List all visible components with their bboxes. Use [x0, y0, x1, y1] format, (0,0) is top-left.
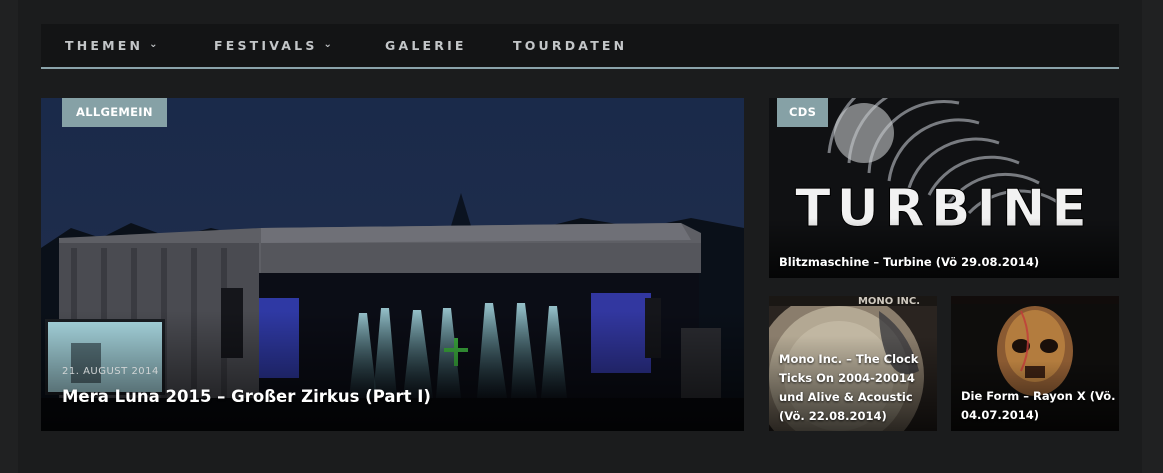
featured-posts-grid: ALLGEMEIN 21. AUGUST 2014 Mera Luna 2015… [41, 98, 1119, 431]
post-title[interactable]: Mera Luna 2015 – Großer Zirkus (Part I) [62, 387, 431, 406]
nav-item-label: FESTIVALS [214, 38, 318, 53]
nav-item-label: GALERIE [385, 38, 467, 53]
album-artwork-text: MONO INC. [858, 296, 920, 307]
nav-item-label: TOURDATEN [513, 38, 628, 53]
nav-item-festivals[interactable]: FESTIVALS ⌄ [214, 24, 332, 67]
featured-post-main[interactable]: ALLGEMEIN 21. AUGUST 2014 Mera Luna 2015… [41, 98, 744, 431]
nav-item-tourdaten[interactable]: TOURDATEN [513, 24, 627, 67]
post-title[interactable]: Mono Inc. – The Clock Ticks On 2004-2001… [779, 350, 929, 426]
category-badge[interactable]: ALLGEMEIN [62, 98, 167, 127]
featured-post-bottom-right[interactable]: Die Form – Rayon X (Vö. 04.07.2014) [951, 296, 1119, 431]
post-title[interactable]: Die Form – Rayon X (Vö. 04.07.2014) [961, 387, 1117, 425]
post-title[interactable]: Blitzmaschine – Turbine (Vö 29.08.2014) [779, 255, 1039, 269]
nav-item-galerie[interactable]: GALERIE [385, 24, 467, 67]
nav-item-themen[interactable]: THEMEN ⌄ [65, 24, 158, 67]
nav-item-label: THEMEN [65, 38, 144, 53]
category-badge[interactable]: CDS [777, 98, 829, 127]
chevron-down-icon: ⌄ [323, 39, 332, 50]
featured-post-top-right[interactable]: TURBINE CDS Blitzmaschine – Turbine (Vö … [769, 98, 1119, 278]
chevron-down-icon: ⌄ [149, 39, 158, 50]
featured-post-bottom-left[interactable]: MONO INC. Mono Inc. – The Clock Ticks On… [769, 296, 937, 431]
image-overlay [769, 218, 1119, 278]
post-date: 21. AUGUST 2014 [62, 366, 159, 377]
main-navigation: THEMEN ⌄ FESTIVALS ⌄ GALERIE TOURDATEN [41, 24, 1119, 69]
